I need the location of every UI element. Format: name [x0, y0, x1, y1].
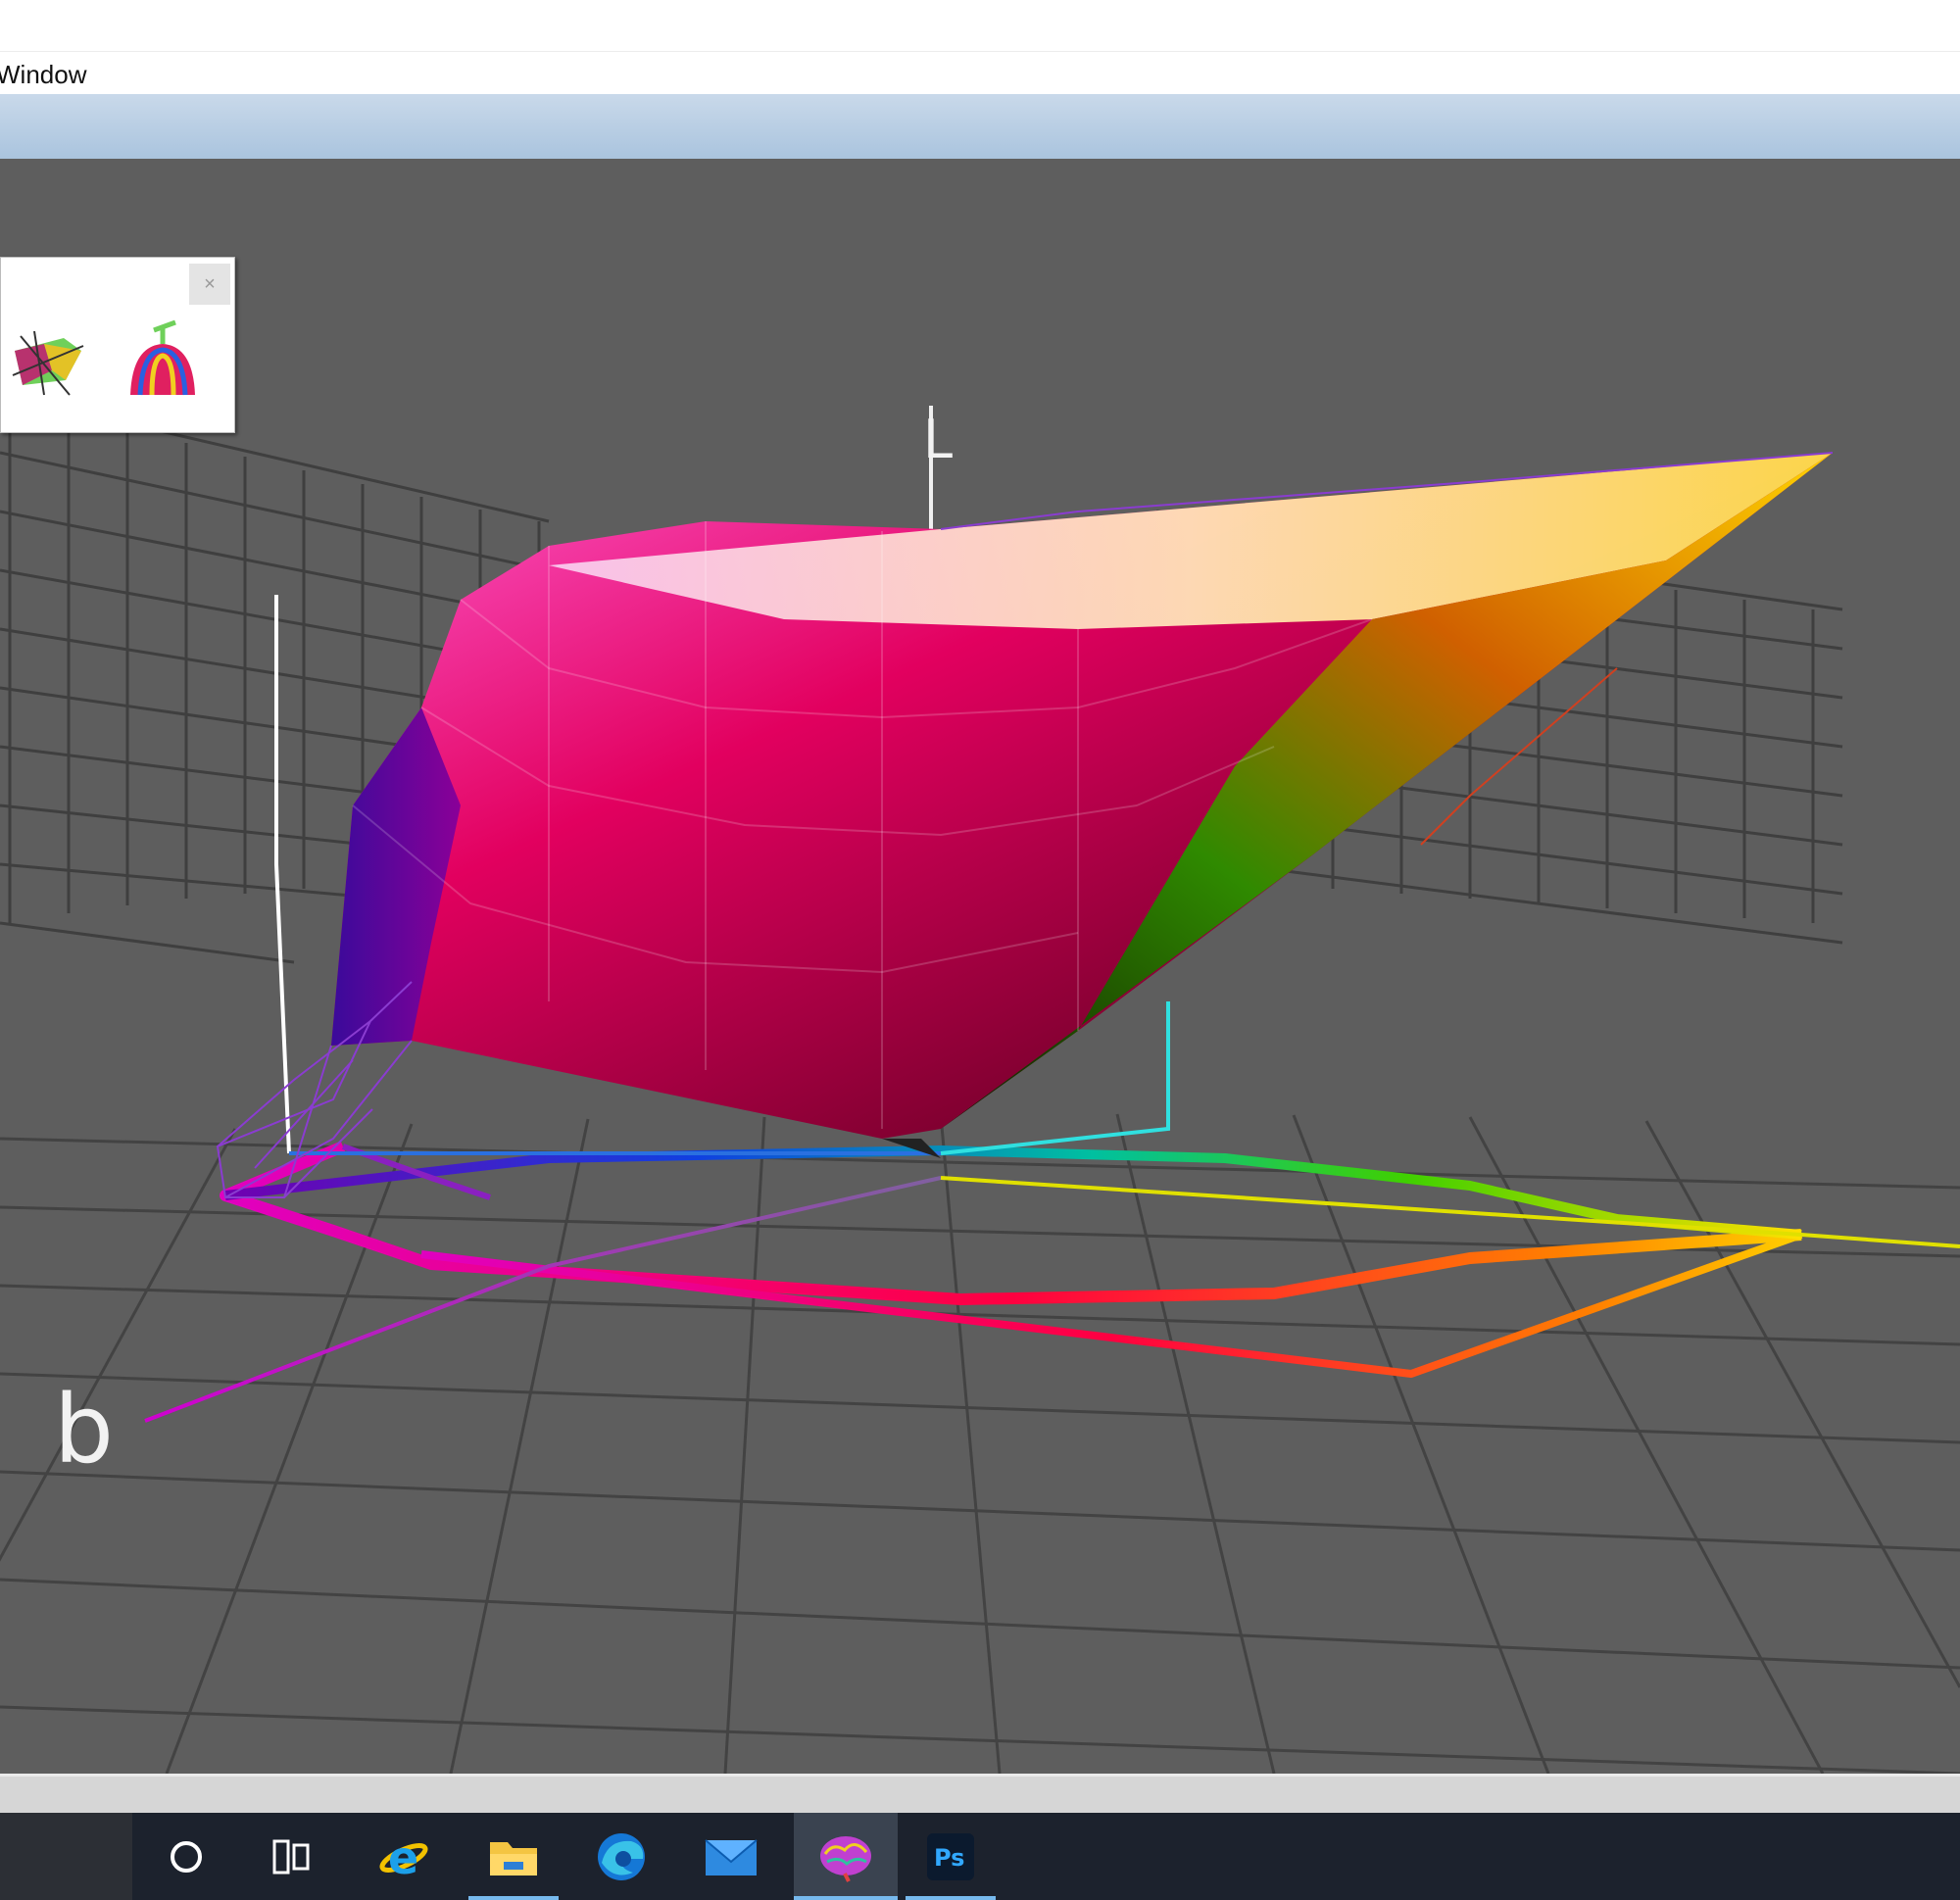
- internet-explorer-button[interactable]: e: [359, 1813, 449, 1900]
- task-view-icon: [272, 1839, 310, 1874]
- photoshop-icon: Ps: [927, 1832, 974, 1880]
- gamut-scene[interactable]: L b: [0, 159, 1960, 1774]
- task-view-button[interactable]: [247, 1813, 337, 1900]
- mail-icon: [705, 1838, 758, 1876]
- mail-button[interactable]: [686, 1813, 776, 1900]
- solid-gamut-icon[interactable]: [119, 317, 207, 405]
- edge-button[interactable]: [576, 1813, 666, 1900]
- b-axis-label: b: [54, 1375, 114, 1485]
- colorthink-brain-icon: [820, 1835, 871, 1882]
- windows-taskbar: e Ps: [0, 1813, 1960, 1900]
- cortana-button[interactable]: [141, 1813, 231, 1900]
- l-axis-label: L: [923, 409, 953, 470]
- photoshop-label: Ps: [934, 1844, 964, 1872]
- cortana-icon: [171, 1840, 202, 1873]
- viewer-title-bar[interactable]: [0, 94, 1960, 160]
- menu-item-window[interactable]: Window: [0, 60, 86, 90]
- tool-palette: ×: [0, 257, 235, 433]
- photoshop-button[interactable]: Ps: [906, 1813, 996, 1900]
- taskbar-search-area[interactable]: [0, 1813, 132, 1900]
- palette-close-button[interactable]: ×: [189, 264, 230, 305]
- colorthink-button[interactable]: [794, 1813, 898, 1900]
- svg-text:e: e: [388, 1831, 418, 1884]
- menu-bar: Window: [0, 51, 1960, 95]
- 3d-gamut-viewport[interactable]: L b ×: [0, 159, 1960, 1774]
- top-white-area: [0, 0, 1960, 51]
- file-explorer-button[interactable]: [468, 1813, 559, 1900]
- gamut-floor-projection: [220, 1141, 1803, 1378]
- internet-explorer-icon: e: [379, 1831, 428, 1884]
- edge-icon: [598, 1832, 645, 1880]
- file-explorer-icon: [490, 1841, 537, 1876]
- status-bar: [0, 1774, 1960, 1813]
- wireframe-gamut-icon[interactable]: [5, 317, 93, 405]
